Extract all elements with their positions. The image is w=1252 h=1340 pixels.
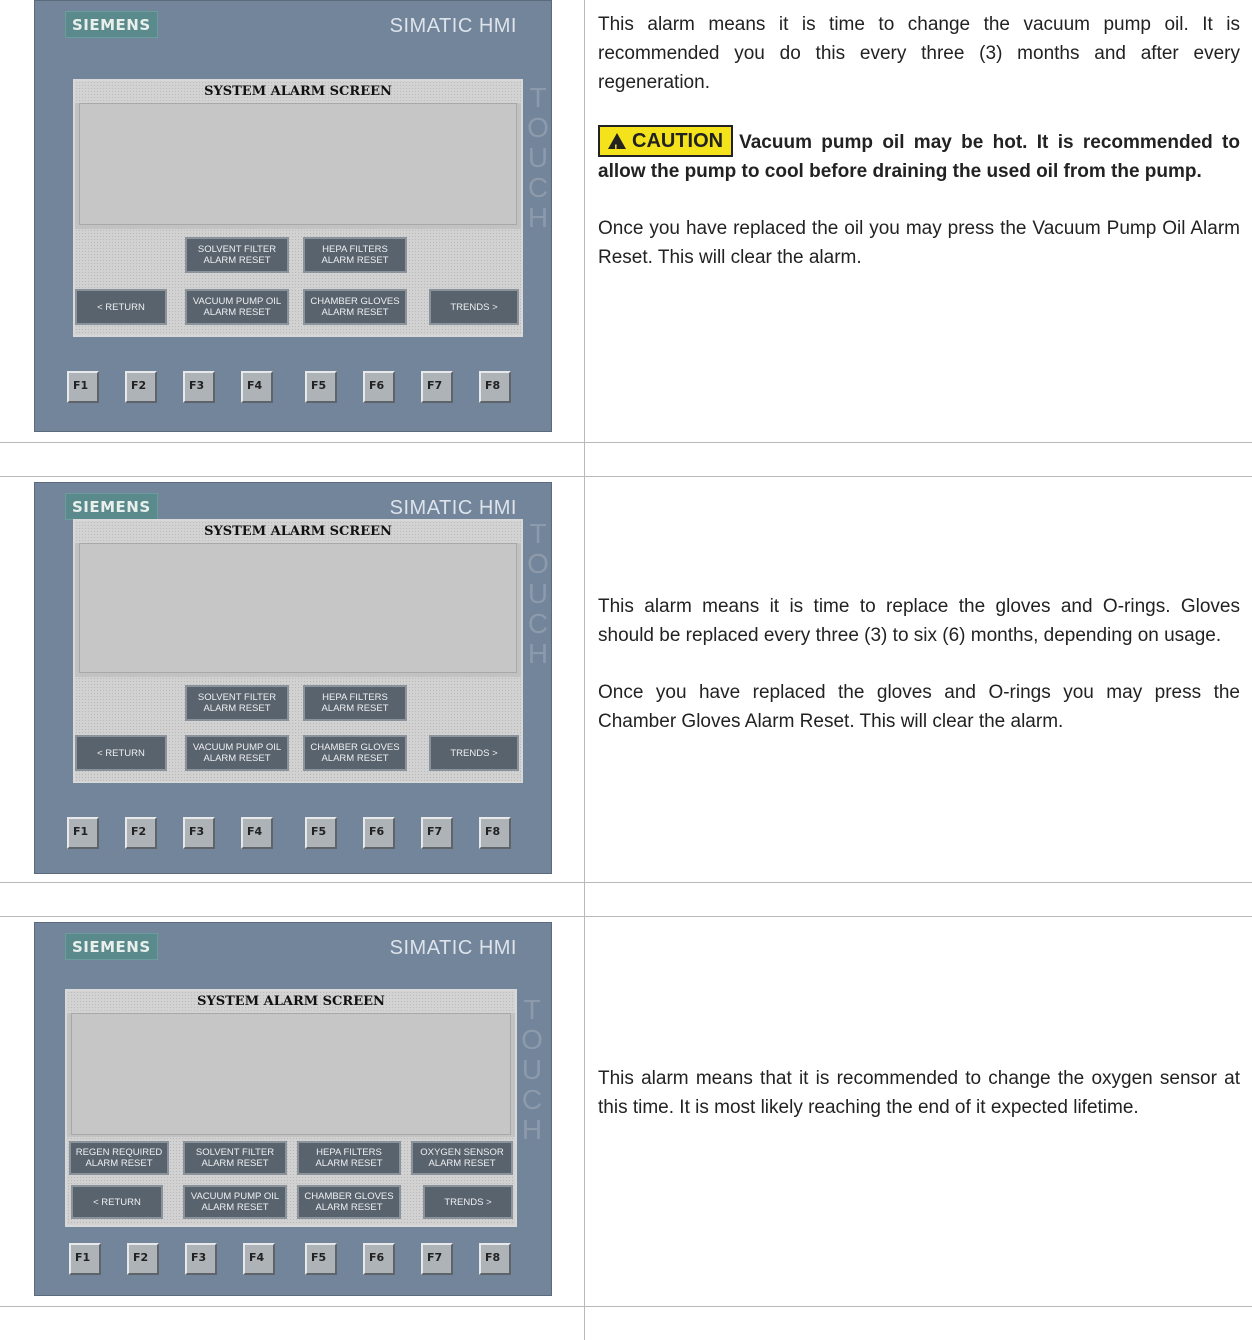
screen-titlebar: SYSTEM ALARM SCREEN <box>75 81 521 103</box>
screen-title: SYSTEM ALARM SCREEN <box>204 524 392 539</box>
row3-description: This alarm means that it is recommended … <box>598 1064 1240 1122</box>
hmi-panel: SIEMENS SIMATIC HMI TOUCH SYSTEM ALARM S… <box>34 922 552 1296</box>
hmi-model-label: SIMATIC HMI <box>389 15 517 37</box>
function-key-f6[interactable]: F6 <box>363 817 395 849</box>
return-button[interactable]: < RETURN <box>75 289 167 325</box>
hmi-model-label: SIMATIC HMI <box>389 497 517 519</box>
row-divider <box>0 882 1252 883</box>
function-key-f2[interactable]: F2 <box>127 1243 159 1275</box>
row1-description: This alarm means it is time to change th… <box>598 10 1240 272</box>
chamber-gloves-reset-button[interactable]: CHAMBER GLOVES ALARM RESET <box>297 1185 401 1219</box>
vacuum-pump-oil-reset-button[interactable]: VACUUM PUMP OIL ALARM RESET <box>183 1185 287 1219</box>
screen-title: SYSTEM ALARM SCREEN <box>204 84 392 99</box>
chamber-gloves-reset-button[interactable]: CHAMBER GLOVES ALARM RESET <box>303 735 407 771</box>
hepa-filters-reset-button[interactable]: HEPA FILTERS ALARM RESET <box>297 1141 401 1175</box>
row2-paragraph-2: Once you have replaced the gloves and O-… <box>598 682 1240 732</box>
vacuum-pump-oil-reset-button[interactable]: VACUUM PUMP OIL ALARM RESET <box>185 735 289 771</box>
row1-paragraph-2: Once you have replaced the oil you may p… <box>598 218 1240 268</box>
function-key-f8[interactable]: F8 <box>479 1243 511 1275</box>
function-key-f7[interactable]: F7 <box>421 1243 453 1275</box>
trends-button[interactable]: TRENDS > <box>423 1185 513 1219</box>
screen-titlebar: SYSTEM ALARM SCREEN <box>75 521 521 543</box>
trends-button[interactable]: TRENDS > <box>429 735 519 771</box>
function-key-f1[interactable]: F1 <box>69 1243 101 1275</box>
hepa-filters-reset-button[interactable]: HEPA FILTERS ALARM RESET <box>303 237 407 273</box>
chamber-gloves-reset-button[interactable]: CHAMBER GLOVES ALARM RESET <box>303 289 407 325</box>
function-key-f8[interactable]: F8 <box>479 817 511 849</box>
screen-title: SYSTEM ALARM SCREEN <box>197 994 385 1009</box>
column-divider <box>584 0 585 1340</box>
row-divider <box>0 916 1252 917</box>
function-key-f7[interactable]: F7 <box>421 371 453 403</box>
siemens-logo: SIEMENS <box>65 493 158 520</box>
screen-titlebar: SYSTEM ALARM SCREEN <box>67 991 515 1013</box>
function-key-f4[interactable]: F4 <box>241 371 273 403</box>
return-button[interactable]: < RETURN <box>75 735 167 771</box>
touch-label: TOUCH <box>521 994 543 1145</box>
function-key-f5[interactable]: F5 <box>305 817 337 849</box>
alarm-list-area <box>79 103 517 225</box>
hepa-filters-reset-button[interactable]: HEPA FILTERS ALARM RESET <box>303 685 407 721</box>
touch-label: TOUCH <box>527 518 549 669</box>
function-key-f1[interactable]: F1 <box>67 817 99 849</box>
oxygen-sensor-reset-button[interactable]: OXYGEN SENSOR ALARM RESET <box>411 1141 513 1175</box>
solvent-filter-reset-button[interactable]: SOLVENT FILTER ALARM RESET <box>185 237 289 273</box>
hmi-screen: SYSTEM ALARM SCREEN SOLVENT FILTER ALARM … <box>73 519 523 783</box>
hmi-screen: SYSTEM ALARM SCREEN SOLVENT FILTER ALARM … <box>73 79 523 337</box>
row3-paragraph-1: This alarm means that it is recommended … <box>598 1068 1240 1118</box>
row2-description: This alarm means it is time to replace t… <box>598 592 1240 736</box>
solvent-filter-reset-button[interactable]: SOLVENT FILTER ALARM RESET <box>183 1141 287 1175</box>
function-key-f4[interactable]: F4 <box>241 817 273 849</box>
function-key-f5[interactable]: F5 <box>305 1243 337 1275</box>
function-key-f2[interactable]: F2 <box>125 371 157 403</box>
function-key-f3[interactable]: F3 <box>183 371 215 403</box>
function-key-f4[interactable]: F4 <box>243 1243 275 1275</box>
function-key-f2[interactable]: F2 <box>125 817 157 849</box>
touch-label: TOUCH <box>527 82 549 233</box>
alarm-list-area <box>79 543 517 673</box>
alarm-list-area <box>71 1013 511 1135</box>
regen-required-reset-button[interactable]: REGEN REQUIRED ALARM RESET <box>69 1141 169 1175</box>
function-key-f5[interactable]: F5 <box>305 371 337 403</box>
function-key-f3[interactable]: F3 <box>183 817 215 849</box>
caution-badge: CAUTION <box>598 125 734 163</box>
trends-button[interactable]: TRENDS > <box>429 289 519 325</box>
function-key-f7[interactable]: F7 <box>421 817 453 849</box>
solvent-filter-reset-button[interactable]: SOLVENT FILTER ALARM RESET <box>185 685 289 721</box>
row-divider <box>0 476 1252 477</box>
row1-caution-paragraph: CAUTIONVacuum pump oil may be hot. It is… <box>598 125 1240 186</box>
function-key-f6[interactable]: F6 <box>363 1243 395 1275</box>
hmi-screen: SYSTEM ALARM SCREEN REGEN REQUIRED ALARM … <box>65 989 517 1227</box>
row1-paragraph-1: This alarm means it is time to change th… <box>598 14 1240 93</box>
row2-paragraph-1: This alarm means it is time to replace t… <box>598 596 1240 646</box>
function-key-f1[interactable]: F1 <box>67 371 99 403</box>
row-divider <box>0 1306 1252 1307</box>
siemens-logo: SIEMENS <box>65 11 158 38</box>
row-divider <box>0 442 1252 443</box>
function-key-f8[interactable]: F8 <box>479 371 511 403</box>
siemens-logo: SIEMENS <box>65 933 158 960</box>
function-key-f3[interactable]: F3 <box>185 1243 217 1275</box>
hmi-panel: SIEMENS SIMATIC HMI TOUCH SYSTEM ALARM S… <box>34 0 552 432</box>
vacuum-pump-oil-reset-button[interactable]: VACUUM PUMP OIL ALARM RESET <box>185 289 289 325</box>
hmi-panel: SIEMENS SIMATIC HMI TOUCH SYSTEM ALARM S… <box>34 482 552 874</box>
function-key-f6[interactable]: F6 <box>363 371 395 403</box>
warning-triangle-icon <box>608 133 626 163</box>
return-button[interactable]: < RETURN <box>71 1185 163 1219</box>
hmi-model-label: SIMATIC HMI <box>389 937 517 959</box>
